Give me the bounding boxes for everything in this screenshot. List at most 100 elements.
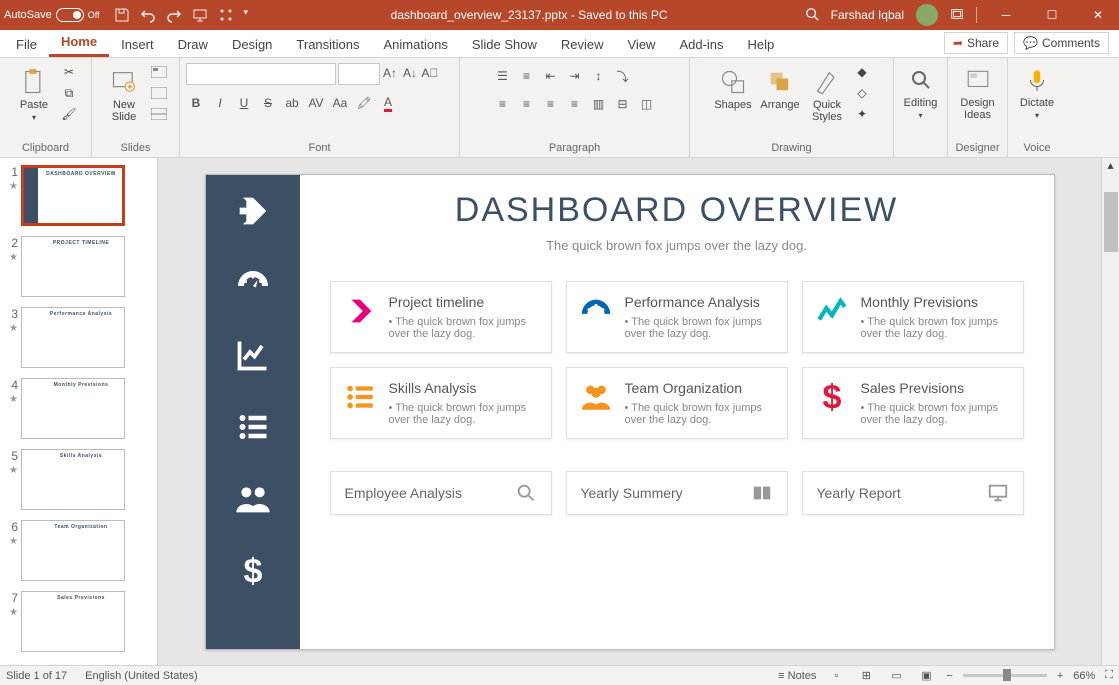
font-name-input[interactable] [186, 63, 336, 85]
slide-thumbnail[interactable]: Skills Analysis [21, 449, 125, 510]
shape-effects-icon[interactable]: ✦ [853, 105, 871, 123]
highlight-button[interactable]: 🖍 [354, 93, 374, 113]
autosave-switch[interactable] [56, 8, 84, 22]
editing-button[interactable]: Editing▾ [900, 61, 942, 120]
slide-canvas[interactable]: $ DASHBOARD OVERVIEW The quick brown fox… [158, 158, 1101, 665]
undo-icon[interactable] [140, 7, 156, 23]
share-button[interactable]: ➦Share [944, 32, 1008, 54]
maximize-button[interactable]: ☐ [1035, 8, 1069, 22]
format-painter-icon[interactable]: 🖌 [60, 105, 78, 123]
reset-icon[interactable] [150, 84, 168, 102]
design-ideas-button[interactable]: Design Ideas [957, 61, 999, 121]
font-color-button[interactable]: A [378, 93, 398, 113]
zoom-out-button[interactable]: − [946, 670, 952, 682]
slide-thumbnail[interactable]: DASHBOARD OVERVIEW [21, 165, 125, 226]
char-spacing-button[interactable]: AV [306, 93, 326, 113]
tab-slideshow[interactable]: Slide Show [460, 32, 549, 57]
tab-draw[interactable]: Draw [166, 32, 220, 57]
decrease-indent-icon[interactable]: ⇤ [541, 66, 561, 86]
section-icon[interactable] [150, 105, 168, 123]
user-name[interactable]: Farshad Iqbal [831, 8, 904, 22]
arrange-button[interactable]: Arrange [759, 63, 801, 111]
align-text-icon[interactable]: ⊟ [613, 94, 633, 114]
autosave-toggle[interactable]: AutoSave Off [4, 8, 100, 22]
tab-addins[interactable]: Add-ins [667, 32, 735, 57]
columns-icon[interactable]: ▥ [589, 94, 609, 114]
language-status[interactable]: English (United States) [85, 670, 198, 682]
slide-thumbnail[interactable]: Sales Previsions [21, 591, 125, 652]
layout-icon[interactable] [150, 63, 168, 81]
vertical-scrollbar[interactable]: ▴ [1101, 158, 1119, 665]
fit-to-window-icon[interactable]: ⛶ [1105, 669, 1113, 682]
slide-thumbnail[interactable]: Monthly Previsions [21, 378, 125, 439]
cut-icon[interactable]: ✂ [60, 63, 78, 81]
zoom-level[interactable]: 66% [1073, 670, 1095, 682]
strike-button[interactable]: S [258, 93, 278, 113]
shape-outline-icon[interactable]: ◇ [853, 84, 871, 102]
clear-formatting-icon[interactable]: A⃠ [420, 63, 440, 83]
slide-thumbnails-panel[interactable]: 1★ DASHBOARD OVERVIEW 2★ PROJECT TIMELIN… [0, 158, 158, 665]
italic-button[interactable]: I [210, 93, 230, 113]
redo-icon[interactable] [166, 7, 182, 23]
align-center-icon[interactable]: ≡ [517, 94, 537, 114]
new-slide-button[interactable]: ✦ New Slide [103, 63, 145, 123]
comments-button[interactable]: 💬Comments [1014, 32, 1109, 54]
tab-animations[interactable]: Animations [372, 32, 460, 57]
minimize-button[interactable]: ─ [989, 8, 1023, 22]
slide-sorter-icon[interactable]: ⊞ [856, 668, 876, 684]
align-left-icon[interactable]: ≡ [493, 94, 513, 114]
paste-button[interactable]: Paste ▾ [13, 63, 55, 122]
tab-view[interactable]: View [616, 32, 668, 57]
slide-counter[interactable]: Slide 1 of 17 [6, 670, 67, 682]
shapes-button[interactable]: Shapes [712, 63, 754, 111]
search-icon[interactable] [805, 7, 819, 24]
bold-button[interactable]: B [186, 93, 206, 113]
dictate-button[interactable]: Dictate▾ [1016, 61, 1058, 120]
card-body: The quick brown fox jumps over the lazy … [625, 402, 777, 426]
bullets-icon[interactable]: ☰ [493, 66, 513, 86]
line-spacing-icon[interactable]: ↕ [589, 66, 609, 86]
reading-view-icon[interactable]: ▭ [886, 668, 906, 684]
scroll-up-icon[interactable]: ▴ [1102, 158, 1119, 172]
dashboard-card: Team Organization The quick brown fox ju… [566, 367, 788, 439]
increase-indent-icon[interactable]: ⇥ [565, 66, 585, 86]
notes-button[interactable]: ≡ Notes [778, 670, 816, 682]
ribbon-display-options-icon[interactable] [950, 7, 964, 24]
decrease-font-icon[interactable]: A↓ [400, 63, 420, 83]
slide-thumbnail[interactable]: Performance Analysis [21, 307, 125, 368]
increase-font-icon[interactable]: A↑ [380, 63, 400, 83]
tab-help[interactable]: Help [736, 32, 787, 57]
tab-file[interactable]: File [4, 32, 49, 57]
save-icon[interactable] [114, 7, 130, 23]
slide-thumbnail[interactable]: PROJECT TIMELINE [21, 236, 125, 297]
align-right-icon[interactable]: ≡ [541, 94, 561, 114]
tab-insert[interactable]: Insert [109, 32, 166, 57]
copy-icon[interactable]: ⧉ [60, 84, 78, 102]
slide-thumbnail[interactable]: Team Organization [21, 520, 125, 581]
text-direction-icon[interactable]: ⤵ [613, 66, 633, 86]
numbering-icon[interactable]: ≡ [517, 66, 537, 86]
slideshow-icon[interactable] [192, 7, 208, 23]
change-case-button[interactable]: Aa [330, 93, 350, 113]
justify-icon[interactable]: ≡ [565, 94, 585, 114]
shape-fill-icon[interactable]: ◆ [853, 63, 871, 81]
font-size-input[interactable] [338, 63, 380, 85]
qat-dropdown-icon[interactable]: ▾ [244, 7, 254, 23]
user-avatar[interactable] [916, 4, 938, 26]
smartart-icon[interactable]: ◫ [637, 94, 657, 114]
normal-view-icon[interactable]: ▫ [826, 668, 846, 684]
scroll-handle[interactable] [1104, 192, 1118, 252]
slideshow-view-icon[interactable]: ▣ [916, 668, 936, 684]
close-button[interactable]: ✕ [1081, 8, 1115, 22]
tab-design[interactable]: Design [220, 32, 284, 57]
touch-mode-icon[interactable] [218, 7, 234, 23]
tab-home[interactable]: Home [49, 29, 109, 57]
card-body: The quick brown fox jumps over the lazy … [389, 316, 541, 340]
shadow-button[interactable]: ab [282, 93, 302, 113]
tab-review[interactable]: Review [549, 32, 616, 57]
quick-styles-button[interactable]: Quick Styles [806, 63, 848, 123]
zoom-slider[interactable] [963, 674, 1047, 677]
underline-button[interactable]: U [234, 93, 254, 113]
tab-transitions[interactable]: Transitions [284, 32, 371, 57]
zoom-in-button[interactable]: + [1057, 670, 1063, 682]
